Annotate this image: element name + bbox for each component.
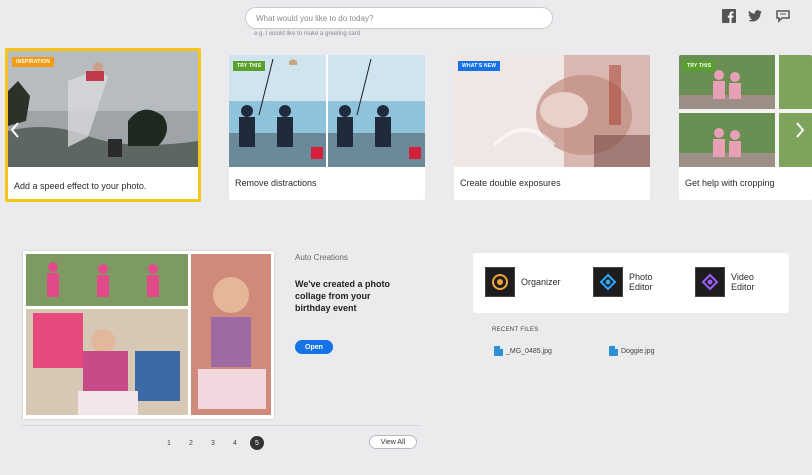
organizer-label: Organizer: [521, 277, 561, 287]
auto-creations-title: We've created a photo collage from your …: [295, 279, 391, 313]
search-hint: e.g. I would like to make a greeting car…: [254, 31, 361, 37]
page-2[interactable]: 2: [184, 436, 198, 450]
card-label: Add a speed effect to your photo.: [14, 181, 147, 191]
organizer-icon: [485, 267, 515, 297]
card-thumbnail: [229, 55, 425, 167]
card-thumbnail: [8, 51, 198, 167]
page-5[interactable]: 5: [250, 436, 264, 450]
video-editor-icon: [695, 267, 725, 297]
chevron-right-icon[interactable]: [793, 110, 807, 150]
recent-file[interactable]: Doggie.jpg: [609, 346, 654, 356]
view-all-button[interactable]: View All: [369, 435, 417, 449]
recent-file-name: _MG_0485.jpg: [506, 347, 552, 355]
recent-file[interactable]: _MG_0485.jpg: [494, 346, 552, 356]
carousel-card-speed-effect[interactable]: INSPIRATION Add a speed effect to your p…: [5, 48, 201, 202]
card-badge: TRY THIS: [683, 61, 716, 71]
photo-editor-label: Photo Editor: [629, 272, 653, 292]
recent-file-name: Doggie.jpg: [621, 347, 655, 355]
page-1[interactable]: 1: [162, 436, 176, 450]
recent-files-heading: RECENT FILES: [492, 327, 539, 333]
photo-editor-icon: [593, 267, 623, 297]
open-button[interactable]: Open: [295, 340, 333, 354]
carousel-card-double-exposures[interactable]: WHAT'S NEW Create double exposures: [454, 55, 650, 200]
search-box[interactable]: [245, 7, 553, 29]
page-3[interactable]: 3: [206, 436, 220, 450]
feedback-icon[interactable]: [776, 9, 790, 23]
video-editor-launch[interactable]: Video Editor: [695, 267, 761, 297]
video-editor-label: Video Editor: [731, 272, 755, 292]
card-label: Remove distractions: [235, 178, 317, 188]
search-input[interactable]: [246, 8, 552, 29]
birthday-collage-image[interactable]: [23, 251, 274, 419]
pagination: 1 2 3 4 5: [162, 436, 272, 450]
card-badge: WHAT'S NEW: [458, 61, 501, 71]
chevron-left-icon[interactable]: [8, 110, 22, 150]
card-badge: TRY THIS: [233, 61, 266, 71]
card-badge: INSPIRATION: [12, 57, 55, 67]
image-file-icon: [609, 346, 618, 356]
divider: [22, 425, 420, 426]
organizer-launch[interactable]: Organizer: [485, 267, 561, 297]
card-thumbnail: [454, 55, 650, 167]
photo-editor-launch[interactable]: Photo Editor: [593, 267, 659, 297]
card-label: Create double exposures: [460, 178, 561, 188]
page-4[interactable]: 4: [228, 436, 242, 450]
facebook-icon[interactable]: [722, 9, 736, 23]
carousel-card-remove-distractions[interactable]: TRY THIS Remove distractions: [229, 55, 425, 200]
card-label: Get help with cropping: [685, 178, 775, 188]
auto-creations-heading: Auto Creations: [295, 253, 348, 262]
twitter-icon[interactable]: [748, 9, 762, 23]
image-file-icon: [494, 346, 503, 356]
app-launcher: Organizer Photo Editor Video Editor: [473, 253, 789, 313]
